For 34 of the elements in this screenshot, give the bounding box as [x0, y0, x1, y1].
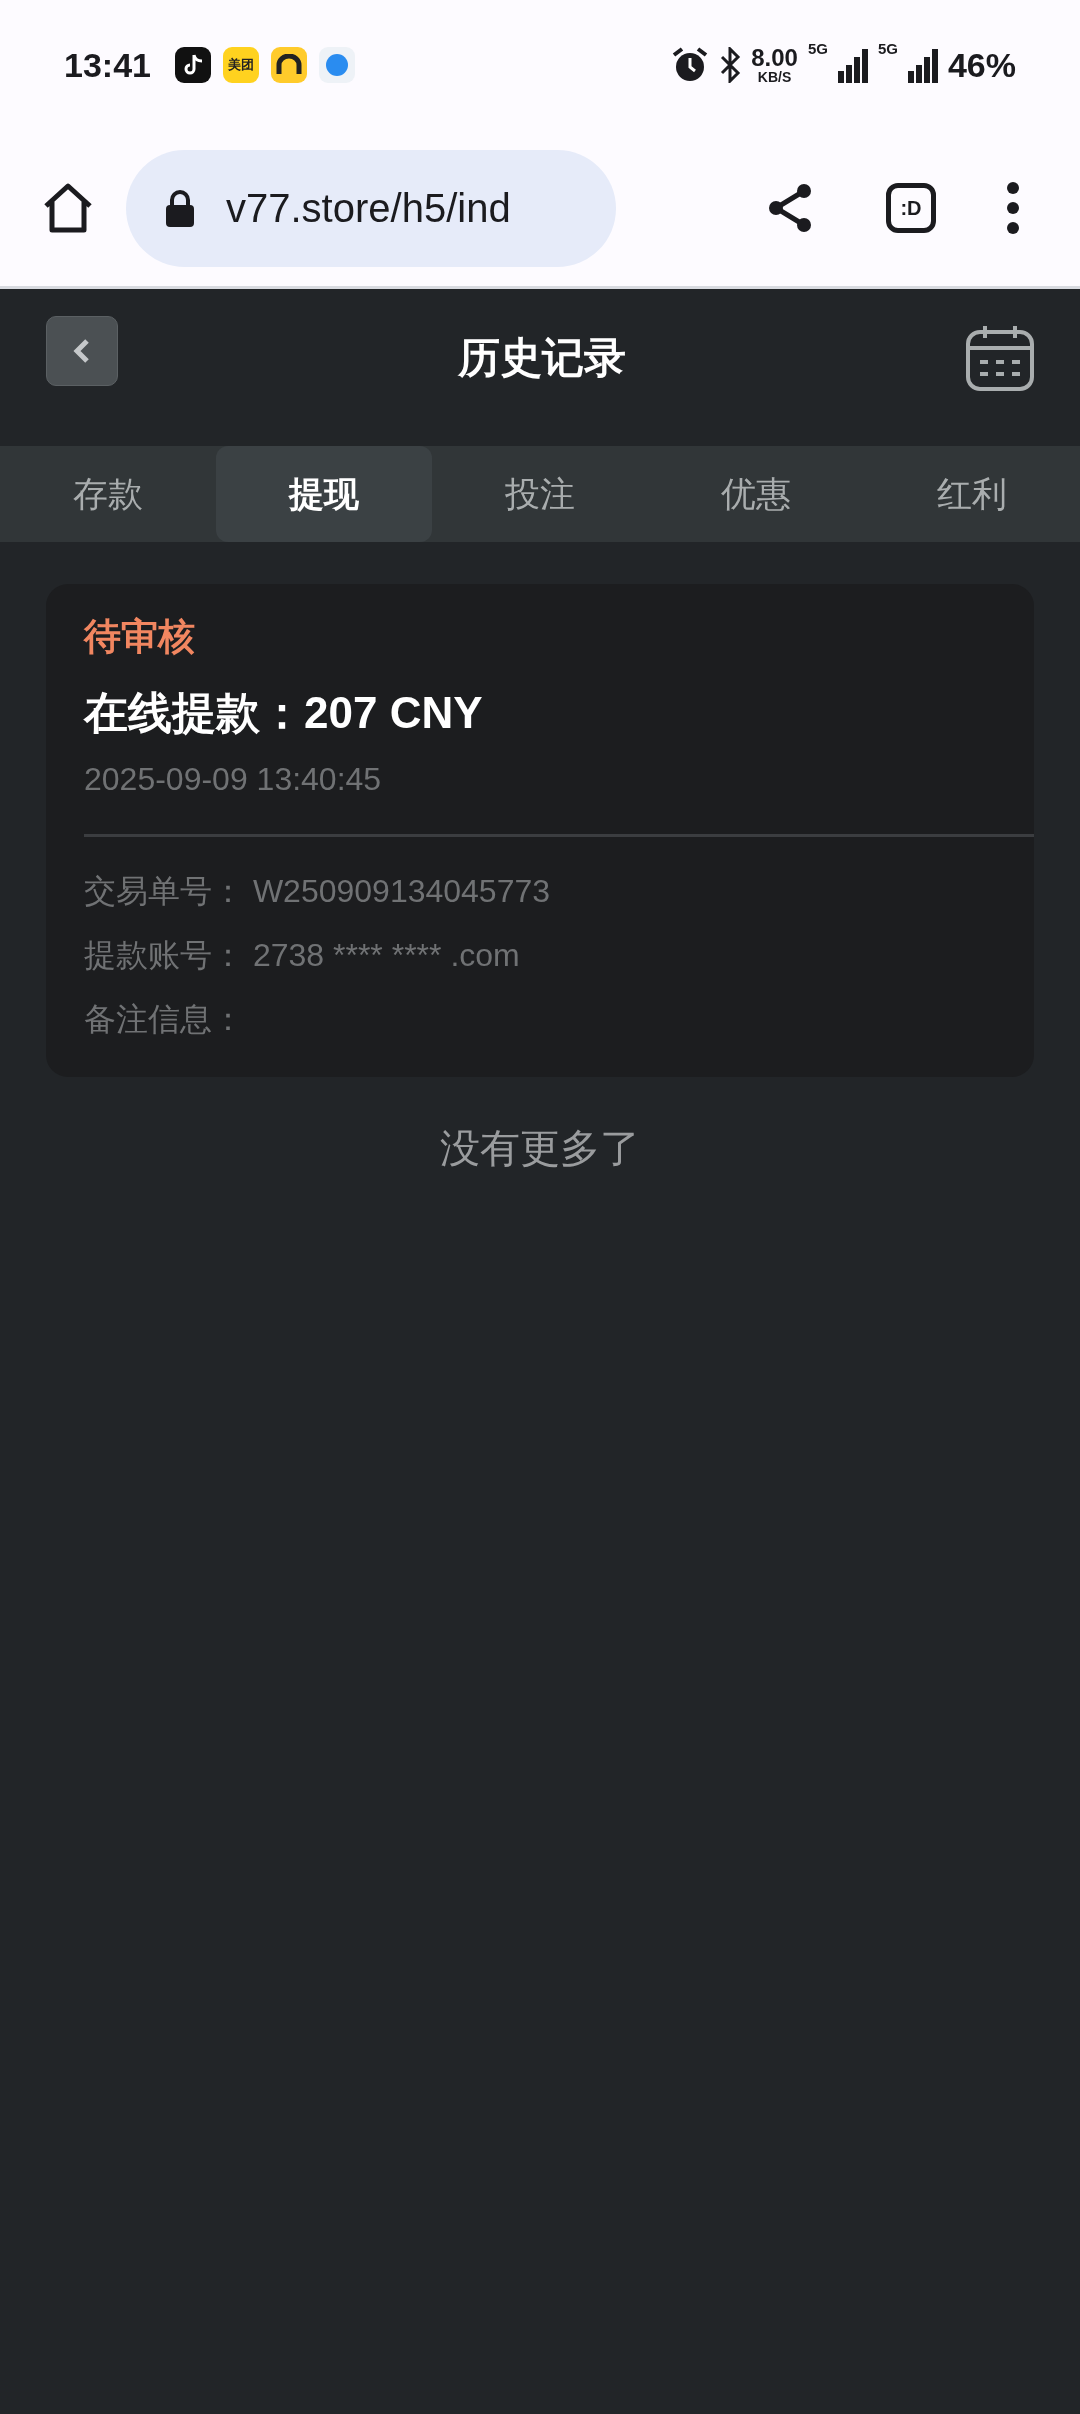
detail-row-text: 交易单号： W250909134045773 [84, 872, 552, 911]
record-title: 在线提款：207 CNY [84, 687, 484, 739]
tab[interactable]: 红利 [864, 446, 1080, 542]
status-time: 13:41 [64, 45, 151, 85]
tab[interactable]: 优惠 [648, 446, 864, 542]
bluetooth-icon [719, 47, 742, 83]
battery-level: 46% [947, 45, 1016, 85]
calendar-icon[interactable] [965, 323, 1035, 392]
globe-app-icon [318, 47, 355, 83]
signal-icon [837, 47, 868, 83]
network-speed: 8.00 KB/S [751, 46, 798, 84]
note-app-icon [174, 47, 211, 83]
back-button[interactable] [46, 315, 118, 386]
network-type: 5G [877, 39, 898, 57]
more-icon[interactable] [1006, 181, 1020, 235]
alarm-icon [671, 46, 710, 84]
tab[interactable]: 存款 [0, 446, 216, 542]
page-title: 历史记录 [457, 332, 626, 383]
detail-row-text: 备注信息： [84, 1000, 245, 1039]
network-type: 5G [807, 39, 828, 57]
url-text: v77.store/h5/ind [226, 185, 511, 231]
address-bar[interactable]: v77.store/h5/ind [126, 149, 616, 267]
tab[interactable]: 投注 [432, 446, 648, 542]
tab[interactable]: 提现 [216, 446, 432, 542]
signal-icon [907, 47, 938, 83]
record-time: 2025-09-09 13:40:45 [84, 761, 383, 798]
detail-row-text: 提款账号： 2738 **** **** .com [84, 936, 521, 975]
status-label: 待审核 [84, 615, 196, 659]
app-label: 美团 [227, 56, 254, 74]
tab-switcher-button[interactable]: :D [886, 183, 936, 233]
lock-icon [164, 188, 196, 228]
end-of-list-text: 没有更多了 [440, 1125, 640, 1172]
chevron-left-icon [72, 336, 92, 365]
car-app-icon [270, 47, 307, 83]
